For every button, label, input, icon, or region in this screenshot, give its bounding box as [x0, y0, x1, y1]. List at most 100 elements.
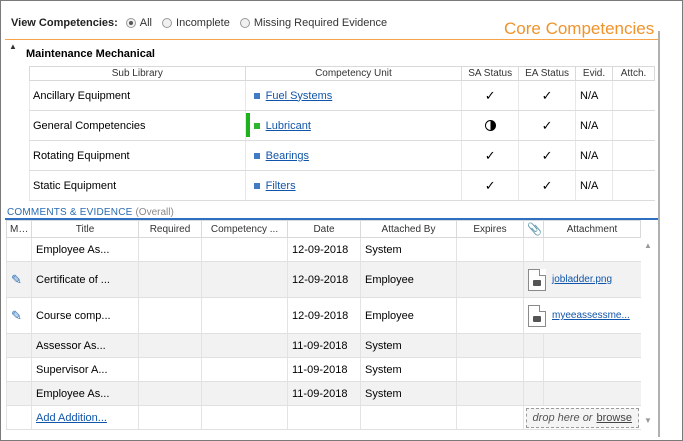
evidence-attached-by: System: [360, 381, 457, 406]
col-evid[interactable]: Evid.: [575, 66, 614, 81]
evidence-attached-by: Employee: [360, 261, 457, 298]
attch-cell: [612, 140, 655, 171]
radio-icon[interactable]: [125, 18, 136, 28]
paperclip-icon: 📎: [527, 222, 542, 236]
section-title: Maintenance Mechanical: [26, 48, 155, 60]
check-icon: ✓: [541, 147, 553, 163]
table-row[interactable]: ✎ Course comp... 12-09-2018 Employee mye…: [6, 297, 641, 334]
attch-cell: [612, 80, 655, 111]
add-row: Add Addition... drop here or browse: [6, 405, 641, 430]
evidence-title: Supervisor A...: [31, 357, 139, 382]
unit-marker-icon: [253, 182, 260, 189]
evidence-title: Certificate of ...: [31, 261, 139, 298]
evidence-date: 11-09-2018: [287, 357, 361, 382]
evidence-title: Employee As...: [31, 381, 139, 406]
unit-marker-icon: [253, 92, 260, 99]
table-row[interactable]: Supervisor A... 11-09-2018 System: [6, 357, 641, 382]
check-icon: ✓: [541, 87, 553, 103]
evidence-scrollbar[interactable]: ▲ ▼: [641, 238, 656, 428]
col-ea-status[interactable]: EA Status: [518, 66, 577, 81]
attch-cell: [612, 110, 655, 141]
attachment-link[interactable]: myeeassessme...: [552, 310, 630, 321]
table-row[interactable]: ✎ Certificate of ... 12-09-2018 Employee…: [6, 261, 641, 298]
panel-scrollbar[interactable]: [658, 31, 660, 437]
col-required[interactable]: Required: [138, 220, 202, 238]
table-row: General Competencies Lubricant ✓ N/A: [29, 110, 655, 141]
sub-library-cell: Static Equipment: [29, 170, 246, 201]
collapse-triangle-icon[interactable]: ▲: [9, 42, 17, 51]
evidence-attached-by: Employee: [360, 297, 457, 334]
check-icon: ✓: [541, 177, 553, 193]
half-complete-icon: [484, 120, 496, 132]
filter-option-incomplete[interactable]: Incomplete: [162, 17, 230, 29]
filter-option-all[interactable]: All: [125, 17, 152, 29]
pencil-edit-icon[interactable]: ✎: [11, 308, 22, 323]
scroll-up-icon[interactable]: ▲: [644, 241, 652, 250]
table-row: Ancillary Equipment Fuel Systems ✓ ✓ N/A: [29, 80, 655, 111]
evid-cell: N/A: [575, 80, 613, 111]
evid-cell: N/A: [575, 140, 613, 171]
image-file-icon: [528, 268, 546, 291]
table-row: Rotating Equipment Bearings ✓ ✓ N/A: [29, 140, 655, 171]
check-icon: ✓: [541, 117, 553, 133]
comments-heading: COMMENTS & EVIDENCE (Overall): [7, 207, 174, 218]
competencies-panel: View Competencies: All Incomplete Missin…: [0, 0, 683, 441]
evidence-table: Modify Title Required Competency ... Dat…: [6, 220, 641, 430]
competency-unit-link[interactable]: Lubricant: [266, 120, 311, 132]
check-icon: ✓: [484, 177, 496, 193]
col-attachment[interactable]: Attachment: [543, 220, 641, 238]
competency-unit-link[interactable]: Fuel Systems: [266, 90, 333, 102]
col-sa-status[interactable]: SA Status: [461, 66, 520, 81]
add-additional-evidence-link[interactable]: Add Addition...: [36, 412, 107, 424]
evidence-title: Course comp...: [31, 297, 139, 334]
table-row[interactable]: Assessor As... 11-09-2018 System: [6, 333, 641, 358]
view-filter: View Competencies: All Incomplete Missin…: [11, 15, 397, 31]
panel-title: Core Competencies: [504, 19, 655, 38]
evidence-title: Employee As...: [31, 237, 139, 262]
evidence-attached-by: System: [360, 357, 457, 382]
table-row[interactable]: Employee As... 12-09-2018 System: [6, 237, 641, 262]
competency-unit-link[interactable]: Filters: [266, 180, 296, 192]
check-icon: ✓: [484, 87, 496, 103]
col-sub-library[interactable]: Sub Library: [29, 66, 246, 81]
evidence-date: 11-09-2018: [287, 333, 361, 358]
col-date[interactable]: Date: [287, 220, 361, 238]
table-row[interactable]: Employee As... 11-09-2018 System: [6, 381, 641, 406]
image-file-icon: [528, 304, 546, 327]
radio-icon[interactable]: [162, 18, 173, 28]
evidence-date: 12-09-2018: [287, 297, 361, 334]
evidence-attached-by: System: [360, 237, 457, 262]
col-competency-unit[interactable]: Competency Unit: [244, 66, 463, 81]
col-modify[interactable]: Modify: [6, 220, 32, 238]
sub-library-cell: Rotating Equipment: [29, 140, 246, 171]
attch-cell: [612, 170, 655, 201]
filter-option-missing-evidence[interactable]: Missing Required Evidence: [239, 17, 387, 29]
sub-library-cell: Ancillary Equipment: [29, 80, 246, 111]
unit-marker-icon: [253, 152, 260, 159]
competency-unit-link[interactable]: Bearings: [266, 150, 309, 162]
sub-library-cell: General Competencies: [29, 110, 246, 141]
table-row: Static Equipment Filters ✓ ✓ N/A: [29, 170, 655, 201]
col-expires[interactable]: Expires: [456, 220, 524, 238]
evidence-date: 11-09-2018: [287, 381, 361, 406]
unit-marker-icon: [253, 122, 260, 129]
evidence-attached-by: System: [360, 333, 457, 358]
view-filter-label: View Competencies:: [11, 17, 118, 29]
browse-link[interactable]: browse: [596, 412, 631, 424]
col-clip[interactable]: 📎: [523, 220, 544, 238]
attachment-link[interactable]: jobladder.png: [552, 274, 612, 285]
pencil-edit-icon[interactable]: ✎: [11, 272, 22, 287]
radio-icon[interactable]: [239, 18, 250, 28]
col-competency[interactable]: Competency ...: [201, 220, 288, 238]
evidence-title: Assessor As...: [31, 333, 139, 358]
col-attached-by[interactable]: Attached By: [360, 220, 457, 238]
check-icon: ✓: [484, 147, 496, 163]
title-divider: [5, 39, 658, 40]
evidence-date: 12-09-2018: [287, 237, 361, 262]
col-title[interactable]: Title: [31, 220, 139, 238]
file-drop-zone[interactable]: drop here or browse: [526, 407, 639, 428]
scroll-down-icon[interactable]: ▼: [644, 416, 652, 425]
col-attch[interactable]: Attch.: [612, 66, 655, 81]
evidence-date: 12-09-2018: [287, 261, 361, 298]
evid-cell: N/A: [575, 170, 613, 201]
